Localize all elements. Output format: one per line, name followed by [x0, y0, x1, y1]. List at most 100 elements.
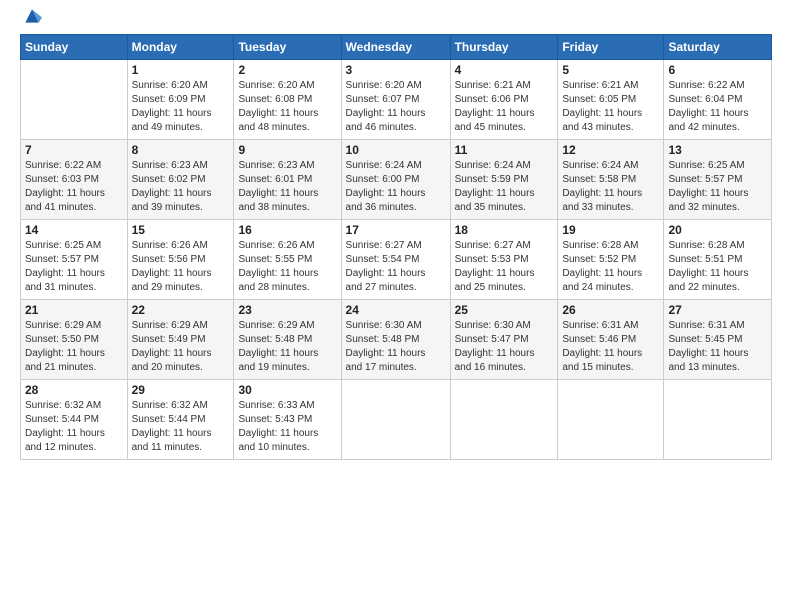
day-info: Sunrise: 6:30 AM Sunset: 5:47 PM Dayligh…	[455, 319, 554, 375]
day-number: 19	[562, 223, 659, 237]
calendar-cell: 26 Sunrise: 6:31 AM Sunset: 5:46 PM Dayli…	[558, 300, 664, 380]
calendar-cell: 15 Sunrise: 6:26 AM Sunset: 5:56 PM Dayli…	[127, 220, 234, 300]
day-info: Sunrise: 6:22 AM Sunset: 6:03 PM Dayligh…	[25, 159, 123, 215]
calendar-cell: 11 Sunrise: 6:24 AM Sunset: 5:59 PM Dayli…	[450, 140, 558, 220]
logo	[20, 16, 42, 26]
calendar-cell	[450, 380, 558, 460]
day-info: Sunrise: 6:32 AM Sunset: 5:44 PM Dayligh…	[25, 399, 123, 455]
weekday-header-tuesday: Tuesday	[234, 35, 341, 60]
calendar-week-2: 7 Sunrise: 6:22 AM Sunset: 6:03 PM Daylig…	[21, 140, 772, 220]
day-number: 8	[132, 143, 230, 157]
calendar-cell: 17Sunrise: 6:27 AM Sunset: 5:54 PM Dayli…	[341, 220, 450, 300]
weekday-header-friday: Friday	[558, 35, 664, 60]
day-info: Sunrise: 6:22 AM Sunset: 6:04 PM Dayligh…	[668, 79, 767, 135]
day-number: 7	[25, 143, 123, 157]
calendar-cell: 16 Sunrise: 6:26 AM Sunset: 5:55 PM Dayli…	[234, 220, 341, 300]
day-number: 17	[346, 223, 446, 237]
weekday-header-thursday: Thursday	[450, 35, 558, 60]
calendar-cell: 3 Sunrise: 6:20 AM Sunset: 6:07 PM Daylig…	[341, 60, 450, 140]
day-number: 18	[455, 223, 554, 237]
calendar-cell: 28 Sunrise: 6:32 AM Sunset: 5:44 PM Dayli…	[21, 380, 128, 460]
calendar-week-3: 14 Sunrise: 6:25 AM Sunset: 5:57 PM Dayli…	[21, 220, 772, 300]
day-number: 24	[346, 303, 446, 317]
day-info: Sunrise: 6:23 AM Sunset: 6:01 PM Dayligh…	[238, 159, 336, 215]
calendar-cell: 22 Sunrise: 6:29 AM Sunset: 5:49 PM Dayli…	[127, 300, 234, 380]
day-info: Sunrise: 6:26 AM Sunset: 5:56 PM Dayligh…	[132, 239, 230, 295]
day-number: 10	[346, 143, 446, 157]
day-number: 14	[25, 223, 123, 237]
day-number: 21	[25, 303, 123, 317]
calendar-cell: 5 Sunrise: 6:21 AM Sunset: 6:05 PM Daylig…	[558, 60, 664, 140]
day-info: Sunrise: 6:24 AM Sunset: 6:00 PM Dayligh…	[346, 159, 446, 215]
day-info: Sunrise: 6:31 AM Sunset: 5:46 PM Dayligh…	[562, 319, 659, 375]
page-header	[20, 16, 772, 26]
calendar-week-1: 1Sunrise: 6:20 AM Sunset: 6:09 PM Daylig…	[21, 60, 772, 140]
calendar-cell: 20 Sunrise: 6:28 AM Sunset: 5:51 PM Dayli…	[664, 220, 772, 300]
calendar-cell: 13Sunrise: 6:25 AM Sunset: 5:57 PM Dayli…	[664, 140, 772, 220]
calendar-cell: 27Sunrise: 6:31 AM Sunset: 5:45 PM Dayli…	[664, 300, 772, 380]
day-info: Sunrise: 6:24 AM Sunset: 5:58 PM Dayligh…	[562, 159, 659, 215]
day-info: Sunrise: 6:29 AM Sunset: 5:48 PM Dayligh…	[238, 319, 336, 375]
logo-icon	[22, 6, 42, 26]
day-number: 6	[668, 63, 767, 77]
calendar-header: SundayMondayTuesdayWednesdayThursdayFrid…	[21, 35, 772, 60]
calendar-cell: 12 Sunrise: 6:24 AM Sunset: 5:58 PM Dayli…	[558, 140, 664, 220]
calendar-cell: 10 Sunrise: 6:24 AM Sunset: 6:00 PM Dayli…	[341, 140, 450, 220]
day-number: 2	[238, 63, 336, 77]
day-number: 22	[132, 303, 230, 317]
calendar-cell: 9 Sunrise: 6:23 AM Sunset: 6:01 PM Daylig…	[234, 140, 341, 220]
day-number: 15	[132, 223, 230, 237]
day-number: 1	[132, 63, 230, 77]
weekday-header-sunday: Sunday	[21, 35, 128, 60]
day-info: Sunrise: 6:23 AM Sunset: 6:02 PM Dayligh…	[132, 159, 230, 215]
day-info: Sunrise: 6:30 AM Sunset: 5:48 PM Dayligh…	[346, 319, 446, 375]
calendar-cell: 29 Sunrise: 6:32 AM Sunset: 5:44 PM Dayli…	[127, 380, 234, 460]
day-number: 16	[238, 223, 336, 237]
calendar-week-4: 21 Sunrise: 6:29 AM Sunset: 5:50 PM Dayli…	[21, 300, 772, 380]
day-number: 27	[668, 303, 767, 317]
calendar-cell: 6 Sunrise: 6:22 AM Sunset: 6:04 PM Daylig…	[664, 60, 772, 140]
calendar-cell: 8 Sunrise: 6:23 AM Sunset: 6:02 PM Daylig…	[127, 140, 234, 220]
day-info: Sunrise: 6:33 AM Sunset: 5:43 PM Dayligh…	[238, 399, 336, 455]
weekday-header-saturday: Saturday	[664, 35, 772, 60]
calendar-cell: 7 Sunrise: 6:22 AM Sunset: 6:03 PM Daylig…	[21, 140, 128, 220]
day-info: Sunrise: 6:29 AM Sunset: 5:49 PM Dayligh…	[132, 319, 230, 375]
day-number: 23	[238, 303, 336, 317]
day-number: 5	[562, 63, 659, 77]
day-number: 4	[455, 63, 554, 77]
day-number: 30	[238, 383, 336, 397]
day-info: Sunrise: 6:29 AM Sunset: 5:50 PM Dayligh…	[25, 319, 123, 375]
calendar-cell: 4 Sunrise: 6:21 AM Sunset: 6:06 PM Daylig…	[450, 60, 558, 140]
day-info: Sunrise: 6:21 AM Sunset: 6:05 PM Dayligh…	[562, 79, 659, 135]
day-number: 11	[455, 143, 554, 157]
day-number: 12	[562, 143, 659, 157]
calendar-cell: 24 Sunrise: 6:30 AM Sunset: 5:48 PM Dayli…	[341, 300, 450, 380]
calendar-cell	[21, 60, 128, 140]
day-number: 13	[668, 143, 767, 157]
day-info: Sunrise: 6:24 AM Sunset: 5:59 PM Dayligh…	[455, 159, 554, 215]
day-info: Sunrise: 6:28 AM Sunset: 5:51 PM Dayligh…	[668, 239, 767, 295]
calendar-cell: 2Sunrise: 6:20 AM Sunset: 6:08 PM Daylig…	[234, 60, 341, 140]
day-number: 20	[668, 223, 767, 237]
calendar-table: SundayMondayTuesdayWednesdayThursdayFrid…	[20, 34, 772, 460]
calendar-cell: 1Sunrise: 6:20 AM Sunset: 6:09 PM Daylig…	[127, 60, 234, 140]
day-info: Sunrise: 6:32 AM Sunset: 5:44 PM Dayligh…	[132, 399, 230, 455]
day-number: 9	[238, 143, 336, 157]
day-info: Sunrise: 6:26 AM Sunset: 5:55 PM Dayligh…	[238, 239, 336, 295]
day-number: 3	[346, 63, 446, 77]
weekday-header-monday: Monday	[127, 35, 234, 60]
day-number: 29	[132, 383, 230, 397]
day-number: 26	[562, 303, 659, 317]
day-info: Sunrise: 6:25 AM Sunset: 5:57 PM Dayligh…	[25, 239, 123, 295]
calendar-cell: 25 Sunrise: 6:30 AM Sunset: 5:47 PM Dayli…	[450, 300, 558, 380]
weekday-header-wednesday: Wednesday	[341, 35, 450, 60]
day-info: Sunrise: 6:21 AM Sunset: 6:06 PM Dayligh…	[455, 79, 554, 135]
calendar-cell: 30 Sunrise: 6:33 AM Sunset: 5:43 PM Dayli…	[234, 380, 341, 460]
calendar-body: 1Sunrise: 6:20 AM Sunset: 6:09 PM Daylig…	[21, 60, 772, 460]
day-number: 28	[25, 383, 123, 397]
weekday-row: SundayMondayTuesdayWednesdayThursdayFrid…	[21, 35, 772, 60]
calendar-cell: 14 Sunrise: 6:25 AM Sunset: 5:57 PM Dayli…	[21, 220, 128, 300]
calendar-cell	[341, 380, 450, 460]
day-info: Sunrise: 6:20 AM Sunset: 6:07 PM Dayligh…	[346, 79, 446, 135]
day-number: 25	[455, 303, 554, 317]
